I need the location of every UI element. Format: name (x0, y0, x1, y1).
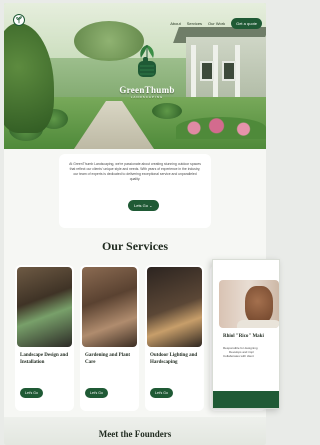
service-photo (17, 267, 72, 347)
brand-name: GreenThumb (119, 85, 175, 95)
nav-services-link[interactable]: Services (187, 21, 202, 26)
nav-our-work-link[interactable]: Our Work (208, 21, 225, 26)
brand-tagline: LANDSCAPING (130, 95, 164, 99)
service-lets-go-button[interactable]: Let's Go (150, 388, 173, 398)
service-card: Outdoor Lighting and Hardscaping Let's G… (145, 265, 204, 411)
founder-profile-card: Rhiol "Rico" Maki Responsible for design… (212, 259, 280, 409)
lets-go-button[interactable]: Lets Go ⌄ (128, 200, 159, 211)
lets-go-label: Lets Go (134, 203, 149, 208)
service-title: Gardening and Plant Care (85, 353, 131, 365)
service-photo (82, 267, 137, 347)
founders-heading: Meet the Founders (98, 429, 172, 439)
nav-about-link[interactable]: About (170, 21, 180, 26)
top-nav: About Services Our Work Get a quote (170, 18, 262, 29)
bio-line: Collaborates with client (223, 354, 254, 358)
service-title: Landscape Design and Installation (20, 353, 69, 365)
founder-name: Rhiol "Rico" Maki (223, 334, 264, 339)
service-photo (147, 267, 202, 347)
site-logo-icon[interactable] (13, 14, 25, 26)
intro-text: At GreenThumb Landscaping, we're passion… (69, 162, 201, 181)
service-card: Gardening and Plant Care Let's Go (80, 265, 139, 411)
brand-logo: GreenThumb LANDSCAPING (107, 41, 187, 99)
founder-bio: Responsible for designing Develops and i… (223, 346, 277, 358)
chevron-down-icon: ⌄ (149, 203, 153, 208)
founder-photo (219, 280, 279, 328)
profile-footer-bar (213, 391, 279, 408)
services-heading: Our Services (101, 239, 169, 253)
service-title: Outdoor Lighting and Hardscaping (150, 353, 198, 365)
service-lets-go-button[interactable]: Let's Go (20, 388, 43, 398)
green-thumb-hand-icon (138, 45, 156, 77)
hero-banner: About Services Our Work Get a quote Gree… (4, 3, 266, 149)
get-a-quote-button[interactable]: Get a quote (231, 18, 262, 29)
service-lets-go-button[interactable]: Let's Go (85, 388, 108, 398)
service-card: Landscape Design and Installation Let's … (15, 265, 74, 411)
intro-card: At GreenThumb Landscaping, we're passion… (59, 154, 211, 228)
